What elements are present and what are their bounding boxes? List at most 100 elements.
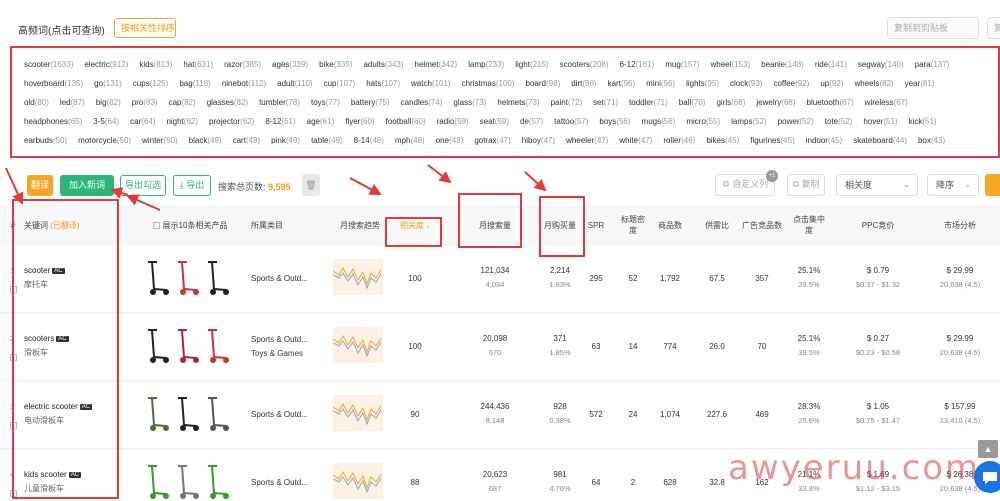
copy-button[interactable]: ⧉ 复制: [787, 174, 825, 196]
keyword-chip[interactable]: 6-12(161): [620, 60, 655, 69]
keyword-chip[interactable]: big(82): [96, 98, 121, 107]
product-thumbnail[interactable]: [176, 327, 200, 365]
keyword-chip[interactable]: black(49): [189, 136, 222, 145]
keyword-chip[interactable]: power(52): [778, 117, 814, 126]
keyword-chip[interactable]: board(98): [526, 79, 561, 88]
keyword-chip[interactable]: gotrax(47): [474, 136, 510, 145]
keyword-chip[interactable]: 8-14(48): [354, 136, 384, 145]
keyword-chip[interactable]: paint(72): [551, 98, 583, 107]
export-selected-button[interactable]: 导出勾选: [120, 175, 166, 196]
keyword-chip[interactable]: tumbler(78): [259, 98, 300, 107]
keyword-chip[interactable]: adults(343): [363, 60, 403, 69]
product-thumbnail[interactable]: [206, 463, 230, 501]
search-action-button[interactable]: [985, 174, 1000, 196]
keyword-chip[interactable]: projector(62): [209, 117, 254, 126]
keyword-chip[interactable]: hiboy(47): [522, 136, 555, 145]
keyword-chip[interactable]: watch(101): [411, 79, 451, 88]
keyword-chip[interactable]: lamps(52): [731, 117, 767, 126]
keyword-chip[interactable]: seat(59): [480, 117, 509, 126]
sort-dropdown[interactable]: 按相关性排序 ⌄: [114, 18, 176, 38]
keyword-chip[interactable]: kick(51): [909, 117, 937, 126]
keyword-chip[interactable]: one(48): [436, 136, 464, 145]
keyword-chip[interactable]: cart(49): [233, 136, 261, 145]
keyword-chip[interactable]: lights(95): [686, 79, 719, 88]
keyword-chip[interactable]: toys(77): [311, 98, 340, 107]
keyword-chip[interactable]: para(137): [915, 60, 950, 69]
keyword-chip[interactable]: ride(141): [815, 60, 847, 69]
keyword-chip[interactable]: radio(59): [437, 117, 469, 126]
keyword-chip[interactable]: boys(56): [599, 117, 630, 126]
keyword-chip[interactable]: hover(51): [863, 117, 897, 126]
keyword-chip[interactable]: ninebot(112): [222, 79, 266, 88]
keyword-chip[interactable]: dirt(96): [571, 79, 596, 88]
header-products-count[interactable]: 商品数: [650, 205, 690, 245]
sort-field-select[interactable]: 相关度 ⌄: [836, 174, 918, 196]
keyword-chip[interactable]: segway(140): [858, 60, 904, 69]
keyword-chip[interactable]: toddler(71): [629, 98, 668, 107]
product-thumbnail[interactable]: [206, 327, 230, 365]
keyword-chip[interactable]: micro(55): [686, 117, 720, 126]
keyword-chip[interactable]: football(60): [386, 117, 426, 126]
scroll-up-button[interactable]: ▲: [978, 440, 998, 458]
keyword-chip[interactable]: pink(49): [271, 136, 300, 145]
keyword-chip[interactable]: wheeler(47): [566, 136, 608, 145]
keyword-chip[interactable]: flyer(60): [345, 117, 374, 126]
keyword-chip[interactable]: wireless(67): [865, 98, 908, 107]
keyword-chip[interactable]: white(47): [619, 136, 652, 145]
keyword-chip[interactable]: helmet(342): [415, 60, 458, 69]
keyword-chip[interactable]: 8-12(61): [265, 117, 295, 126]
keyword-chip[interactable]: winter(50): [142, 136, 178, 145]
keyword-chip[interactable]: coffee(92): [773, 79, 809, 88]
keyword-chip[interactable]: pro(83): [132, 98, 158, 107]
header-ppc[interactable]: PPC竞价: [848, 205, 908, 245]
keyword-chip[interactable]: ball(70): [679, 98, 706, 107]
keyword-chip[interactable]: girls(68): [716, 98, 745, 107]
keyword-chip[interactable]: earbuds(50): [24, 136, 67, 145]
keyword-chip[interactable]: night(62): [166, 117, 198, 126]
keyword-chip[interactable]: glass(73): [453, 98, 486, 107]
keyword-chip[interactable]: bikes(45): [706, 136, 739, 145]
keyword-chip[interactable]: scooters(208): [560, 60, 609, 69]
keyword-chip[interactable]: set(71): [593, 98, 618, 107]
keyword-chip[interactable]: old(80): [24, 98, 49, 107]
keyword-chip[interactable]: indoor(45): [806, 136, 842, 145]
trash-icon[interactable]: 🗑: [302, 174, 320, 196]
keyword-chip[interactable]: kids(813): [139, 60, 172, 69]
keyword-chip[interactable]: electric(912): [84, 60, 128, 69]
keyword-chip[interactable]: jewelry(68): [756, 98, 795, 107]
keyword-chip[interactable]: mini(96): [646, 79, 675, 88]
product-thumbnail[interactable]: [146, 463, 170, 501]
keyword-chip[interactable]: razor(385): [224, 60, 261, 69]
keyword-chip[interactable]: table(49): [311, 136, 343, 145]
keyword-chip[interactable]: kart(96): [608, 79, 636, 88]
product-thumbnail[interactable]: [176, 259, 200, 297]
keyword-chip[interactable]: headphones(65): [24, 117, 82, 126]
keyword-chip[interactable]: box(43): [918, 136, 945, 145]
keyword-chip[interactable]: ages(339): [272, 60, 308, 69]
keyword-chip[interactable]: tote(52): [825, 117, 853, 126]
keyword-chip[interactable]: bag(118): [179, 79, 210, 88]
product-thumbnail[interactable]: [206, 259, 230, 297]
header-supply-ratio[interactable]: 供需比: [697, 205, 737, 245]
header-title-density[interactable]: 标题密度: [620, 205, 646, 245]
keyword-chip[interactable]: bike(335): [319, 60, 352, 69]
table-row[interactable]: 3 electric scooter AC 电动滑板车 Sports & Outd...…: [0, 381, 1000, 449]
keyword-chip[interactable]: car(64): [130, 117, 155, 126]
keyword-chip[interactable]: led(87): [60, 98, 85, 107]
keyword-chip[interactable]: 3-5(64): [93, 117, 119, 126]
keyword-chip[interactable]: clock(93): [730, 79, 762, 88]
product-thumbnail[interactable]: [146, 259, 170, 297]
keyword-chip[interactable]: age(61): [307, 117, 335, 126]
keyword-chip[interactable]: roller(46): [663, 136, 695, 145]
keyword-chip[interactable]: tattoo(57): [554, 117, 588, 126]
export-button[interactable]: ⤓ 导出: [173, 175, 211, 196]
keyword-chip[interactable]: battery(75): [351, 98, 390, 107]
chat-icon[interactable]: [974, 461, 1000, 493]
product-thumbnail[interactable]: [176, 395, 200, 433]
keyword-chip[interactable]: cup(107): [324, 79, 356, 88]
keyword-chip[interactable]: wheel(153): [711, 60, 751, 69]
table-row[interactable]: 1 scooter AC 摩托车 Sports & Outd... 100 121,034 4…: [0, 245, 1000, 313]
keyword-chip[interactable]: candles(74): [401, 98, 443, 107]
keyword-chip[interactable]: motorcycle(50): [78, 136, 131, 145]
keyword-chip[interactable]: bluetooth(67): [807, 98, 854, 107]
